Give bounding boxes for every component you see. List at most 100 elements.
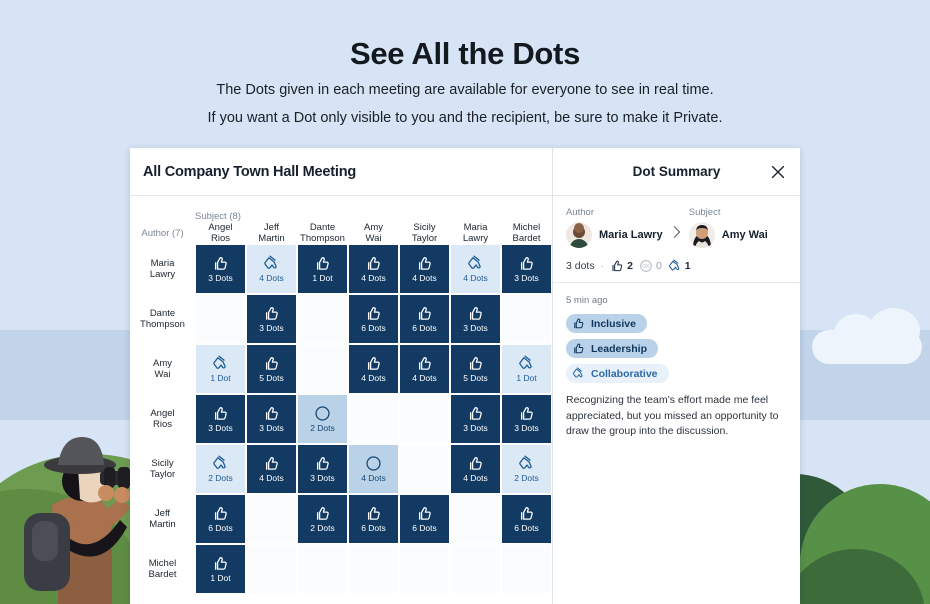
tag-chip-label: Collaborative xyxy=(591,367,658,380)
matrix-cell[interactable]: 3 Dots xyxy=(246,394,297,444)
stat-ok: OK 0 xyxy=(639,259,662,273)
matrix-cell[interactable]: OK 4 Dots xyxy=(348,444,399,494)
thumbs-up-icon xyxy=(367,507,380,520)
matrix-cell[interactable]: 3 Dots xyxy=(195,244,246,294)
tag-chip[interactable]: Inclusive xyxy=(566,314,647,333)
thumbs-up-icon xyxy=(265,457,278,470)
thumbs-up-icon xyxy=(469,307,482,320)
matrix-cell[interactable]: 1 Dot xyxy=(195,544,246,594)
matrix-cell[interactable]: 4 Dots xyxy=(246,444,297,494)
thumbs-up-icon xyxy=(367,307,380,320)
matrix-column-header[interactable]: Maria Lawry xyxy=(450,222,501,244)
matrix-cell[interactable]: 3 Dots xyxy=(450,294,501,344)
matrix-cell[interactable]: 4 Dots xyxy=(348,344,399,394)
tag-chip[interactable]: Collaborative xyxy=(566,364,669,383)
matrix-cell[interactable]: 5 Dots xyxy=(246,344,297,394)
matrix-cell-label: 1 Dot xyxy=(516,373,537,383)
matrix-cell[interactable]: 3 Dots xyxy=(195,394,246,444)
matrix-column-header[interactable]: Michel Bardet xyxy=(501,222,552,244)
avatar xyxy=(566,222,592,248)
stat-separator: · xyxy=(600,260,605,272)
thumbs-up-icon xyxy=(214,557,227,570)
matrix-cell[interactable]: 3 Dots xyxy=(501,244,552,294)
matrix-cell[interactable]: 4 Dots xyxy=(399,344,450,394)
matrix-cell[interactable]: 4 Dots xyxy=(348,244,399,294)
matrix-scroll-area[interactable]: Subject (8) Author (7) Angel Rios Jeff Martin… xyxy=(130,196,552,604)
thumbs-up-icon xyxy=(265,407,278,420)
matrix-cell[interactable]: 4 Dots xyxy=(450,244,501,294)
sideways-thumb-icon xyxy=(468,255,481,269)
dot-detail-body: 5 min ago Inclusive Leadership Collaborati… xyxy=(553,283,800,452)
chevron-right-icon xyxy=(664,207,689,239)
matrix-column-header[interactable]: Dante Thompson xyxy=(297,222,348,244)
thumbs-up-icon xyxy=(418,357,431,370)
matrix-cell[interactable]: 6 Dots xyxy=(399,294,450,344)
matrix-row-header[interactable]: Maria Lawry xyxy=(130,244,195,294)
matrix-cell-label: 2 Dots xyxy=(514,473,539,483)
sideways-thumb-icon xyxy=(668,259,680,271)
matrix-cell[interactable]: 1 Dot xyxy=(195,344,246,394)
sideways-thumb-icon xyxy=(213,455,226,469)
matrix-cell[interactable]: 6 Dots xyxy=(501,494,552,544)
matrix-row-header[interactable]: Michel Bardet xyxy=(130,544,195,594)
matrix-cell-label: 3 Dots xyxy=(514,273,539,283)
matrix-row-header[interactable]: Dante Thompson xyxy=(130,294,195,344)
timestamp: 5 min ago xyxy=(566,295,608,306)
matrix-cell[interactable]: 2 Dots xyxy=(297,494,348,544)
author-caption: Author xyxy=(566,207,594,218)
matrix-cell[interactable]: 5 Dots xyxy=(450,344,501,394)
matrix-row-header[interactable]: Jeff Martin xyxy=(130,494,195,544)
matrix-row: Jeff Martin 6 Dots 2 Dots 6 Dots 6 Dots 6 Dots xyxy=(130,494,552,544)
matrix-cell[interactable]: 4 Dots xyxy=(399,244,450,294)
matrix-cell-label: 3 Dots xyxy=(514,423,539,433)
matrix-column-header[interactable]: Amy Wai xyxy=(348,222,399,244)
matrix-row-header[interactable]: Sicily Taylor xyxy=(130,444,195,494)
hero-line-2: If you want a Dot only visible to you an… xyxy=(207,110,723,126)
matrix-cell xyxy=(501,294,552,344)
app-window: All Company Town Hall Meeting Subject (8… xyxy=(130,148,800,604)
svg-text:OK: OK xyxy=(369,462,377,468)
matrix-cell[interactable]: 6 Dots xyxy=(195,494,246,544)
matrix-cell-label: 3 Dots xyxy=(259,423,284,433)
close-icon[interactable] xyxy=(769,163,787,181)
matrix-cell[interactable]: 4 Dots xyxy=(246,244,297,294)
matrix-cell[interactable]: 1 Dot xyxy=(297,244,348,294)
matrix-column-header[interactable]: Jeff Martin xyxy=(246,222,297,244)
matrix-cell[interactable]: 6 Dots xyxy=(348,494,399,544)
matrix-row-header[interactable]: Angel Rios xyxy=(130,394,195,444)
matrix-corner xyxy=(130,196,195,222)
thumbs-up-icon xyxy=(612,260,623,272)
dot-summary-title: Dot Summary xyxy=(632,164,721,179)
thumbs-up-icon xyxy=(574,343,584,354)
matrix-cell-label: 3 Dots xyxy=(208,423,233,433)
thumbs-up-icon xyxy=(214,407,227,420)
matrix-row: Dante Thompson 3 Dots 6 Dots 6 Dots 3 Dots xyxy=(130,294,552,344)
matrix-cell[interactable]: 3 Dots xyxy=(501,394,552,444)
tag-chip[interactable]: Leadership xyxy=(566,339,659,358)
matrix-cell[interactable]: 3 Dots xyxy=(297,444,348,494)
hero-line-1: The Dots given in each meeting are avail… xyxy=(216,82,714,98)
tag-chip-label: Leadership xyxy=(591,342,648,355)
thumbs-up-icon xyxy=(469,357,482,370)
author-header-label: Author (7) xyxy=(141,227,184,239)
dot-summary-header: Dot Summary xyxy=(553,148,800,196)
matrix-cell[interactable]: 6 Dots xyxy=(348,294,399,344)
matrix-column-header[interactable]: Sicily Taylor xyxy=(399,222,450,244)
matrix-cell[interactable]: 6 Dots xyxy=(399,494,450,544)
matrix-cell[interactable]: 1 Dot xyxy=(501,344,552,394)
matrix-column-header[interactable]: Angel Rios xyxy=(195,222,246,244)
matrix-cell[interactable]: 2 Dots xyxy=(195,444,246,494)
matrix-row-header[interactable]: Amy Wai xyxy=(130,344,195,394)
matrix-cell[interactable]: 2 Dots xyxy=(501,444,552,494)
thumbs-up-icon xyxy=(265,307,278,320)
matrix-cell-label: 6 Dots xyxy=(514,523,539,533)
matrix-cell[interactable]: 3 Dots xyxy=(450,394,501,444)
ok-icon: OK xyxy=(315,406,330,421)
cloud-icon xyxy=(812,308,922,364)
matrix-cell[interactable]: 3 Dots xyxy=(246,294,297,344)
matrix-cell[interactable]: 4 Dots xyxy=(450,444,501,494)
matrix-cell[interactable]: OK 2 Dots xyxy=(297,394,348,444)
matrix-cell-label: 1 Dot xyxy=(312,273,333,283)
matrix-row: Maria Lawry 3 Dots 4 Dots 1 Dot 4 Dots 4 Dots 4… xyxy=(130,244,552,294)
matrix-cell xyxy=(399,394,450,444)
